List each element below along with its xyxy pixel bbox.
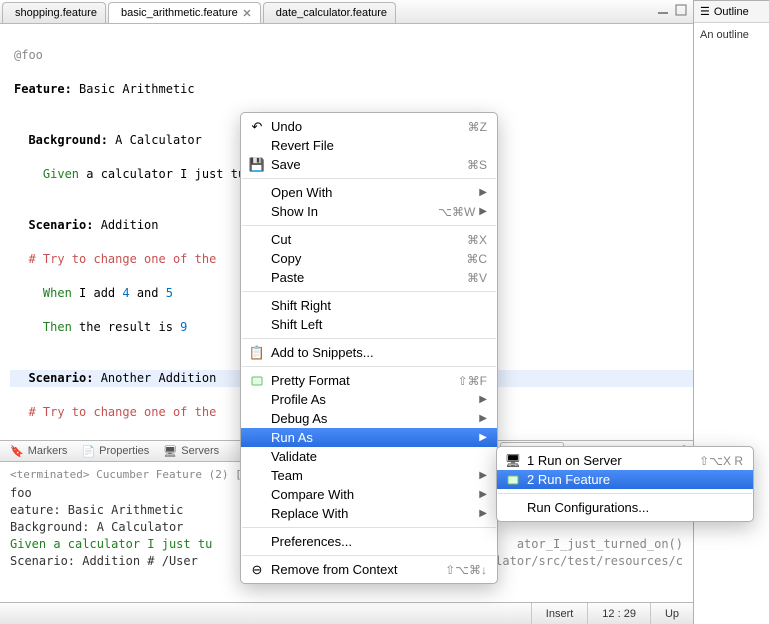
remove-icon: ⊖ [249, 562, 265, 578]
chevron-right-icon: ▶ [479, 187, 487, 198]
tab-label: basic_arithmetic.feature [121, 7, 238, 19]
minimize-icon[interactable] [657, 4, 669, 19]
undo-icon: ↶ [249, 119, 265, 135]
menu-compare-with[interactable]: Compare With▶ [241, 485, 497, 504]
tab-label: date_calculator.feature [276, 7, 387, 19]
menu-shift-left[interactable]: Shift Left [241, 315, 497, 334]
menu-undo[interactable]: ↶Undo⌘Z [241, 117, 497, 136]
separator [498, 493, 752, 494]
separator [242, 291, 496, 292]
feature-icon [505, 474, 521, 486]
submenu-run-feature[interactable]: 2 Run Feature [497, 470, 753, 489]
submenu-run-on-server[interactable]: 🖥1 Run on Server⇧⌥X R [497, 451, 753, 470]
separator [242, 178, 496, 179]
menu-cut[interactable]: Cut⌘X [241, 230, 497, 249]
servers-icon: 🖥 [163, 445, 177, 458]
menu-shift-right[interactable]: Shift Right [241, 296, 497, 315]
separator [242, 366, 496, 367]
status-insert: Insert [531, 603, 588, 624]
outline-icon: ☰ [700, 5, 710, 18]
snippet-icon: 📋 [249, 345, 265, 361]
save-icon: 💾 [249, 157, 265, 173]
status-bar: Insert 12 : 29 Up [0, 602, 693, 624]
tab-properties[interactable]: 📄Properties [75, 443, 155, 460]
separator [242, 527, 496, 528]
chevron-right-icon: ▶ [479, 508, 487, 519]
separator [242, 555, 496, 556]
outline-title: Outline [714, 6, 749, 18]
menu-save[interactable]: 💾Save⌘S [241, 155, 497, 174]
menu-copy[interactable]: Copy⌘C [241, 249, 497, 268]
menu-profile-as[interactable]: Profile As▶ [241, 390, 497, 409]
menu-remove-from-context[interactable]: ⊖Remove from Context⇧⌥⌘↓ [241, 560, 497, 579]
menu-validate[interactable]: Validate [241, 447, 497, 466]
menu-paste[interactable]: Paste⌘V [241, 268, 497, 287]
submenu-run-configurations[interactable]: Run Configurations... [497, 498, 753, 517]
outline-body: An outline [694, 23, 769, 47]
menu-add-to-snippets[interactable]: 📋Add to Snippets... [241, 343, 497, 362]
chevron-right-icon: ▶ [479, 413, 487, 424]
menu-replace-with[interactable]: Replace With▶ [241, 504, 497, 523]
close-icon[interactable] [242, 8, 252, 18]
separator [242, 225, 496, 226]
chevron-right-icon: ▶ [479, 432, 487, 443]
menu-preferences[interactable]: Preferences... [241, 532, 497, 551]
context-menu: ↶Undo⌘Z Revert File 💾Save⌘S Open With▶ S… [240, 112, 498, 584]
chevron-right-icon: ▶ [479, 394, 487, 405]
chevron-right-icon: ▶ [479, 470, 487, 481]
menu-run-as[interactable]: Run As▶ [241, 428, 497, 447]
menu-open-with[interactable]: Open With▶ [241, 183, 497, 202]
tab-label: shopping.feature [15, 7, 97, 19]
menu-revert-file[interactable]: Revert File [241, 136, 497, 155]
run-as-submenu: 🖥1 Run on Server⇧⌥X R 2 Run Feature Run … [496, 446, 754, 522]
tab-basic-arithmetic[interactable]: basic_arithmetic.feature [108, 2, 261, 23]
feature-icon [249, 375, 265, 387]
status-position: 12 : 29 [587, 603, 650, 624]
menu-team[interactable]: Team▶ [241, 466, 497, 485]
outline-panel: ☰ Outline An outline [694, 0, 769, 624]
chevron-right-icon: ▶ [479, 206, 487, 217]
server-icon: 🖥 [505, 453, 521, 469]
tab-date-calculator[interactable]: date_calculator.feature [263, 2, 396, 23]
status-up[interactable]: Up [650, 603, 693, 624]
maximize-icon[interactable] [675, 4, 687, 19]
tab-servers[interactable]: 🖥Servers [157, 443, 225, 460]
tab-markers[interactable]: 🔖Markers [4, 443, 73, 460]
menu-debug-as[interactable]: Debug As▶ [241, 409, 497, 428]
markers-icon: 🔖 [10, 445, 24, 458]
properties-icon: 📄 [81, 445, 95, 458]
menu-pretty-format[interactable]: Pretty Format⇧⌘F [241, 371, 497, 390]
separator [242, 338, 496, 339]
editor-tab-bar: shopping.feature basic_arithmetic.featur… [0, 0, 693, 24]
tab-shopping[interactable]: shopping.feature [2, 2, 106, 23]
chevron-right-icon: ▶ [479, 489, 487, 500]
menu-show-in[interactable]: Show In⌥⌘W▶ [241, 202, 497, 221]
